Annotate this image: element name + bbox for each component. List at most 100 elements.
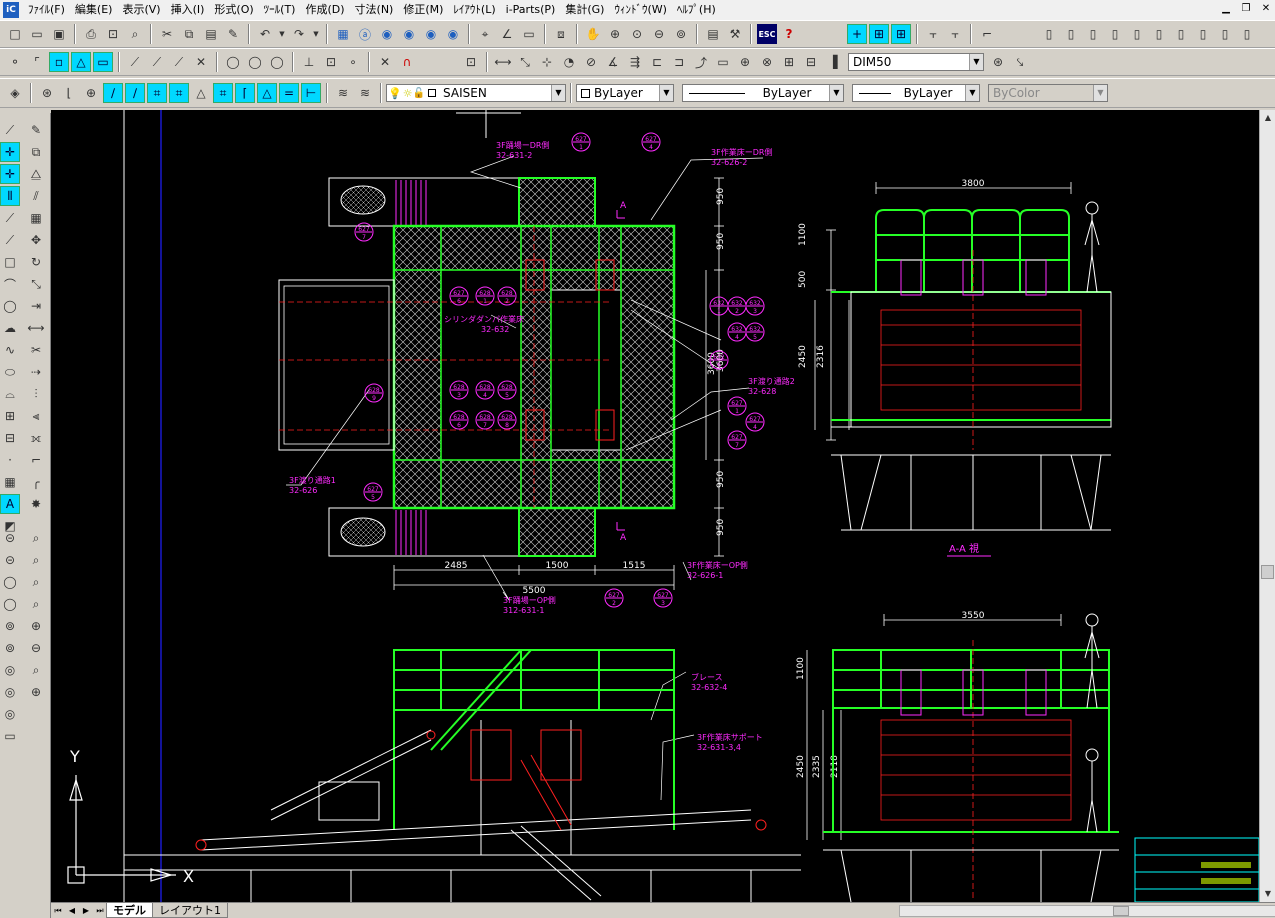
layer-select[interactable]: 💡 ☼ 🔓 SAISEN ▼ xyxy=(386,84,566,102)
zoom-window-icon[interactable]: ⊙ xyxy=(627,24,647,44)
redo-icon[interactable]: ↷ xyxy=(289,24,309,44)
insert-block-icon[interactable]: ⊞ xyxy=(0,406,20,426)
drawing-canvas[interactable]: 2485 1500 1515 5500 950 950 3600 950 950… xyxy=(51,110,1259,902)
dim-edit-icon[interactable]: ⊗ xyxy=(757,52,777,72)
hatch-icon[interactable]: ▦ xyxy=(0,472,20,492)
dim-radius-icon[interactable]: ◔ xyxy=(559,52,579,72)
help-icon[interactable]: ? xyxy=(779,24,799,44)
print-icon[interactable]: ⎙ xyxy=(81,24,101,44)
polyline-icon[interactable]: ⟋ xyxy=(0,208,20,228)
dim-center-icon[interactable]: ⊕ xyxy=(735,52,755,72)
move-icon[interactable]: ✥ xyxy=(26,230,46,250)
osnap-insert-icon[interactable]: ⊡ xyxy=(321,52,341,72)
scroll-up-icon[interactable]: ▲ xyxy=(1260,110,1275,126)
vertical-scrollbar[interactable]: ▲ ▼ xyxy=(1259,110,1275,902)
osnap-ext-icon[interactable]: ⟋ xyxy=(125,52,145,72)
zoom-out-icon[interactable]: ⊖ xyxy=(26,638,46,658)
dim-tolerance-icon[interactable]: ▭ xyxy=(713,52,733,72)
zoom-scale-icon[interactable]: ⌕ xyxy=(26,572,46,592)
osnap-mid-icon[interactable]: ▫ xyxy=(49,52,69,72)
dim-update2-icon[interactable]: ⊟ xyxy=(801,52,821,72)
rectangle-icon[interactable]: □ xyxy=(0,252,20,272)
join-icon[interactable]: ⟗ xyxy=(26,428,46,448)
attr-tool2-icon[interactable]: ▯ xyxy=(1061,24,1081,44)
tab-model[interactable]: モデル xyxy=(106,903,153,918)
tool-cyan4-icon[interactable]: ⌗ xyxy=(169,83,189,103)
tab-next-icon[interactable]: ▶ xyxy=(79,904,93,918)
line-icon[interactable]: ⟋ xyxy=(0,120,20,140)
dim-ordinate-icon[interactable]: ⊹ xyxy=(537,52,557,72)
new-file-icon[interactable]: □ xyxy=(5,24,25,44)
polygon-icon[interactable]: ⟋ xyxy=(0,230,20,250)
extend-icon[interactable]: ⇢ xyxy=(26,362,46,382)
linetype-select[interactable]: ByLayer ▼ xyxy=(682,84,844,102)
layer-previous-icon[interactable]: ≋ xyxy=(355,83,375,103)
view-iso1-icon[interactable]: ◎ xyxy=(0,660,20,680)
menu-item[interactable]: 集計(G) xyxy=(560,0,609,20)
dim-angular-icon[interactable]: ∡ xyxy=(603,52,623,72)
break-at-point-icon[interactable]: ⫷ xyxy=(26,406,46,426)
globe-icon[interactable]: ◉ xyxy=(377,24,397,44)
match-properties-icon[interactable]: ✎ xyxy=(223,24,243,44)
distance-icon[interactable]: ⌖ xyxy=(475,24,495,44)
cut-icon[interactable]: ✂ xyxy=(157,24,177,44)
tab-first-icon[interactable]: ⏮ xyxy=(51,904,65,918)
tool-triangle-icon[interactable]: △ xyxy=(191,83,211,103)
attr-tool3-icon[interactable]: ▯ xyxy=(1083,24,1103,44)
fillet-icon[interactable]: ╭ xyxy=(26,472,46,492)
color-select[interactable]: ByLayer ▼ xyxy=(576,84,674,102)
osnap-center-icon[interactable]: ◯ xyxy=(223,52,243,72)
design-center-icon[interactable]: ▦ xyxy=(333,24,353,44)
menu-item[interactable]: ﾌｧｲﾙ(F) xyxy=(23,0,70,20)
dim-baseline-icon[interactable]: ⊏ xyxy=(647,52,667,72)
dim-leader-icon[interactable]: ⤴ xyxy=(691,52,711,72)
zoom-window-icon[interactable]: ⌕ xyxy=(26,528,46,548)
attr-tool1-icon[interactable]: ▯ xyxy=(1039,24,1059,44)
dim-update-icon[interactable]: ⊡ xyxy=(461,52,481,72)
tool-corner-icon[interactable]: ⌊ xyxy=(59,83,79,103)
rotate-icon[interactable]: ↻ xyxy=(26,252,46,272)
chamfer-icon[interactable]: ⌐ xyxy=(26,450,46,470)
copy-icon[interactable]: ⧉ xyxy=(179,24,199,44)
attr-tool4-icon[interactable]: ▯ xyxy=(1105,24,1125,44)
array-icon[interactable]: ▦ xyxy=(26,208,46,228)
undo-icon[interactable]: ↶ xyxy=(255,24,275,44)
dim-quick-icon[interactable]: ⇶ xyxy=(625,52,645,72)
snap-grid3-icon[interactable]: ⊞ xyxy=(891,24,911,44)
osnap-perp-icon[interactable]: ⟋ xyxy=(169,52,189,72)
dimstyle-select[interactable]: DIM50 ▼ xyxy=(848,53,984,71)
tool-cyan9-icon[interactable]: ⊢ xyxy=(301,83,321,103)
pan-icon[interactable]: ✋ xyxy=(583,24,603,44)
esc-button[interactable]: ESC xyxy=(757,24,777,44)
mirror-icon[interactable]: ⧋ xyxy=(26,164,46,184)
tool-cyan5-icon[interactable]: ⌗ xyxy=(213,83,233,103)
view-front-icon[interactable]: ⊚ xyxy=(0,616,20,636)
tool-layer-icon[interactable]: ◈ xyxy=(5,83,25,103)
region-icon[interactable]: ▭ xyxy=(519,24,539,44)
osnap-none-icon[interactable]: ✕ xyxy=(375,52,395,72)
view-bottom-icon[interactable]: ⊝ xyxy=(0,550,20,570)
scroll-thumb[interactable] xyxy=(1261,565,1274,579)
dim-continue-icon[interactable]: ⊐ xyxy=(669,52,689,72)
open-file-icon[interactable]: ▭ xyxy=(27,24,47,44)
view-left-icon[interactable]: ◯ xyxy=(0,572,20,592)
zoom-previous-icon[interactable]: ⊖ xyxy=(649,24,669,44)
osnap-apint-icon[interactable]: ⟋ xyxy=(147,52,167,72)
lineweight-select[interactable]: ByLayer ▼ xyxy=(852,84,980,102)
dim-linear-icon[interactable]: ⟷ xyxy=(493,52,513,72)
tool-cyan6-icon[interactable]: ⌈ xyxy=(235,83,255,103)
menu-item[interactable]: ﾂｰﾙ(T) xyxy=(259,0,301,20)
tool-cyan8-icon[interactable]: = xyxy=(279,83,299,103)
scale-icon[interactable]: ⤡ xyxy=(26,274,46,294)
attr-tool9-icon[interactable]: ▯ xyxy=(1215,24,1235,44)
lengthen-icon[interactable]: ⟷ xyxy=(26,318,46,338)
scroll-thumb[interactable] xyxy=(1113,906,1129,916)
print-preview-icon[interactable]: ⊡ xyxy=(103,24,123,44)
explode-icon[interactable]: ✸ xyxy=(26,494,46,514)
globe3-icon[interactable]: ◉ xyxy=(421,24,441,44)
snap-grid-icon[interactable]: + xyxy=(847,24,867,44)
osnap-quad-icon[interactable]: ◯ xyxy=(245,52,265,72)
text-icon[interactable]: A xyxy=(0,494,20,514)
scroll-down-icon[interactable]: ▼ xyxy=(1260,886,1275,902)
break-icon[interactable]: ⫶ xyxy=(26,384,46,404)
